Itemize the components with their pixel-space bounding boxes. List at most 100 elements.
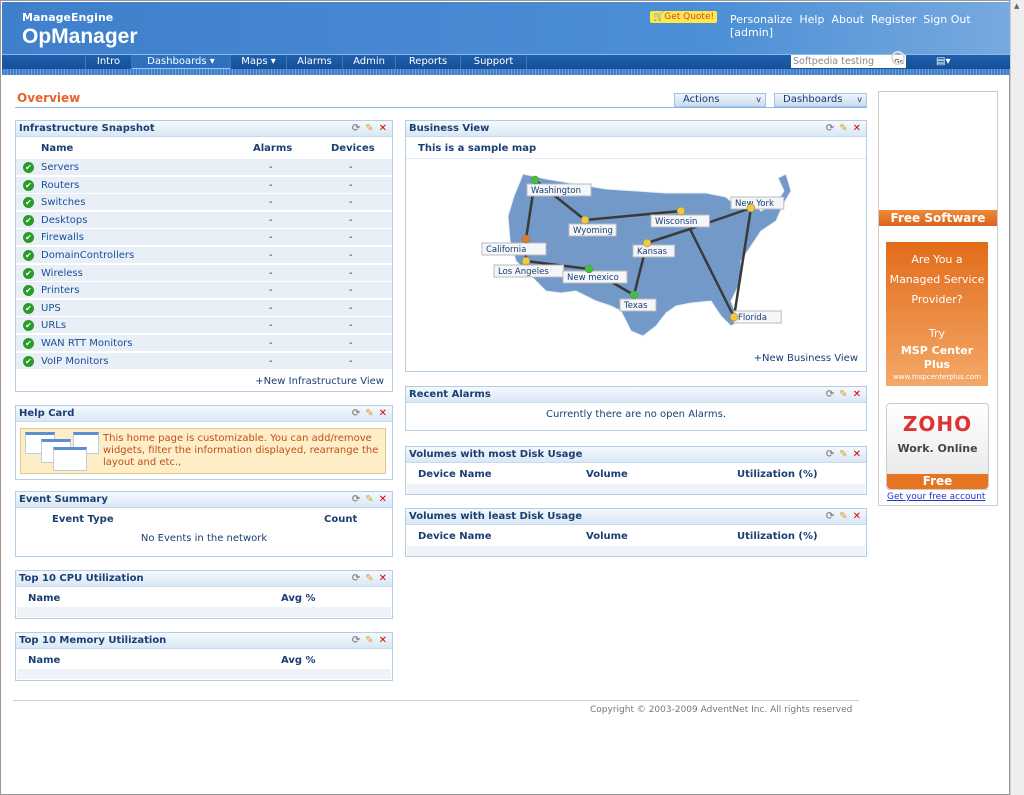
opmanager-logo[interactable]: OpManager <box>22 25 138 49</box>
close-icon[interactable]: ✕ <box>379 573 387 584</box>
close-icon[interactable]: ✕ <box>379 635 387 646</box>
us-map[interactable]: Washington California Los Angeles Wyoming Ne… <box>406 121 866 371</box>
chevron-down-icon: v <box>857 95 862 104</box>
map-node[interactable]: Washington <box>526 175 592 197</box>
table-row[interactable]: ✔ Servers - - <box>16 159 392 176</box>
new-infrastructure-view-link[interactable]: +New Infrastructure View <box>255 376 384 387</box>
node-status-icon <box>642 238 652 248</box>
node-label: Los Angeles <box>498 267 549 277</box>
row-name[interactable]: Switches <box>41 194 85 211</box>
search-value: Softpedia testing <box>793 56 875 67</box>
close-icon[interactable]: ✕ <box>379 123 387 134</box>
row-name[interactable]: Wireless <box>41 265 83 282</box>
nav-reports[interactable]: Reports <box>396 55 461 70</box>
nav-maps[interactable]: Maps ▾ <box>231 55 287 70</box>
close-icon[interactable]: ✕ <box>853 389 861 400</box>
edit-icon[interactable]: ✎ <box>365 494 373 505</box>
row-name[interactable]: Servers <box>41 159 79 176</box>
table-row[interactable]: ✔ UPS - - <box>16 299 392 317</box>
empty-message: No Events in the network <box>140 533 268 544</box>
new-business-view-link[interactable]: +New Business View <box>754 353 858 364</box>
zoho-ad[interactable]: ZOHO Work. Online Free <box>886 403 989 490</box>
row-name[interactable]: VoIP Monitors <box>41 353 109 370</box>
manageengine-logo: ManageEngine <box>22 11 114 24</box>
refresh-icon[interactable]: ⟳ <box>352 635 360 646</box>
search-icon[interactable] <box>891 51 905 65</box>
edit-icon[interactable]: ✎ <box>839 449 847 460</box>
msp-center-ad[interactable]: Are You a Managed Service Provider? Try … <box>886 242 988 386</box>
row-name[interactable]: UPS <box>41 300 61 317</box>
status-ok-icon: ✔ <box>23 338 34 349</box>
table-row[interactable]: ✔ Firewalls - - <box>16 229 392 247</box>
nav-strip <box>2 69 1010 75</box>
row-name[interactable]: Firewalls <box>41 229 84 246</box>
table-row[interactable]: ✔ Wireless - - <box>16 264 392 282</box>
edit-icon[interactable]: ✎ <box>365 635 373 646</box>
nav-support[interactable]: Support <box>461 55 527 70</box>
map-node[interactable]: Florida <box>729 310 782 324</box>
close-icon[interactable]: ✕ <box>853 449 861 460</box>
status-ok-icon: ✔ <box>23 179 34 191</box>
help-link[interactable]: Help <box>799 13 824 26</box>
edit-icon[interactable]: ✎ <box>365 123 373 134</box>
row-name[interactable]: Desktops <box>41 212 87 229</box>
table-row[interactable]: ✔ Switches - - <box>16 194 392 212</box>
close-icon[interactable]: ✕ <box>379 408 387 419</box>
actions-dropdown[interactable]: Actions v <box>674 93 766 107</box>
search-input[interactable]: Softpedia testing Go <box>791 55 906 68</box>
edit-icon[interactable]: ✎ <box>365 408 373 419</box>
refresh-icon[interactable]: ⟳ <box>352 573 360 584</box>
personalize-link[interactable]: Personalize <box>730 13 792 26</box>
refresh-icon[interactable]: ⟳ <box>826 389 834 400</box>
refresh-icon[interactable]: ⟳ <box>352 494 360 505</box>
close-icon[interactable]: ✕ <box>379 494 387 505</box>
free-software-banner[interactable]: Free Software <box>879 210 997 226</box>
refresh-icon[interactable]: ⟳ <box>826 511 834 522</box>
scroll-up-icon[interactable]: ▲ <box>1014 2 1019 10</box>
row-devices: - <box>349 267 353 279</box>
refresh-icon[interactable]: ⟳ <box>352 123 360 134</box>
edit-icon[interactable]: ✎ <box>839 511 847 522</box>
nav-intro[interactable]: Intro <box>85 55 132 70</box>
status-ok-icon: ✔ <box>23 232 34 244</box>
get-free-account-link[interactable]: Get your free account <box>887 492 985 502</box>
window-menu-icon[interactable]: ▤▾ <box>936 56 950 67</box>
row-devices: - <box>349 179 353 191</box>
row-name[interactable]: WAN RTT Monitors <box>41 335 133 352</box>
row-alarms: - <box>269 285 273 297</box>
row-alarms: - <box>269 267 273 279</box>
row-name[interactable]: URLs <box>41 317 66 334</box>
col-device-name: Device Name <box>418 531 492 542</box>
row-alarms: - <box>269 250 273 261</box>
register-link[interactable]: Register <box>871 13 916 26</box>
table-row[interactable]: ✔ Desktops - - <box>16 211 392 229</box>
refresh-icon[interactable]: ⟳ <box>826 449 834 460</box>
row-name[interactable]: Printers <box>41 282 79 299</box>
row-alarms: - <box>269 302 273 314</box>
row-alarms: - <box>269 355 273 367</box>
about-link[interactable]: About <box>831 13 864 26</box>
widget-title: Volumes with most Disk Usage <box>409 449 583 460</box>
table-row[interactable]: ✔ URLs - - <box>16 317 392 335</box>
row-name[interactable]: Routers <box>41 177 79 194</box>
col-utilization: Utilization (%) <box>737 531 818 542</box>
nav-admin[interactable]: Admin <box>343 55 396 70</box>
table-row[interactable]: ✔ DomainControllers - - <box>16 247 392 264</box>
edit-icon[interactable]: ✎ <box>839 389 847 400</box>
edit-icon[interactable]: ✎ <box>365 573 373 584</box>
dashboards-dropdown[interactable]: Dashboards v <box>774 93 867 107</box>
table-row[interactable]: ✔ WAN RTT Monitors - - <box>16 335 392 352</box>
table-row[interactable]: ✔ Routers - - <box>16 176 392 194</box>
table-row[interactable]: ✔ Printers - - <box>16 282 392 300</box>
row-name[interactable]: DomainControllers <box>41 247 134 264</box>
get-quote-button[interactable]: 🛒Get Quote! <box>650 11 718 23</box>
nav-alarms[interactable]: Alarms <box>287 55 343 70</box>
browser-page: ManageEngine OpManager 🛒Get Quote! Perso… <box>0 0 1010 795</box>
refresh-icon[interactable]: ⟳ <box>352 408 360 419</box>
nav-dashboards[interactable]: Dashboards ▾ <box>132 55 231 70</box>
close-icon[interactable]: ✕ <box>853 511 861 522</box>
col-name: Name <box>28 655 61 666</box>
row-devices: - <box>349 214 353 226</box>
table-row[interactable]: ✔ VoIP Monitors - - <box>16 352 392 370</box>
vertical-scrollbar[interactable]: ▲ <box>1010 0 1024 795</box>
